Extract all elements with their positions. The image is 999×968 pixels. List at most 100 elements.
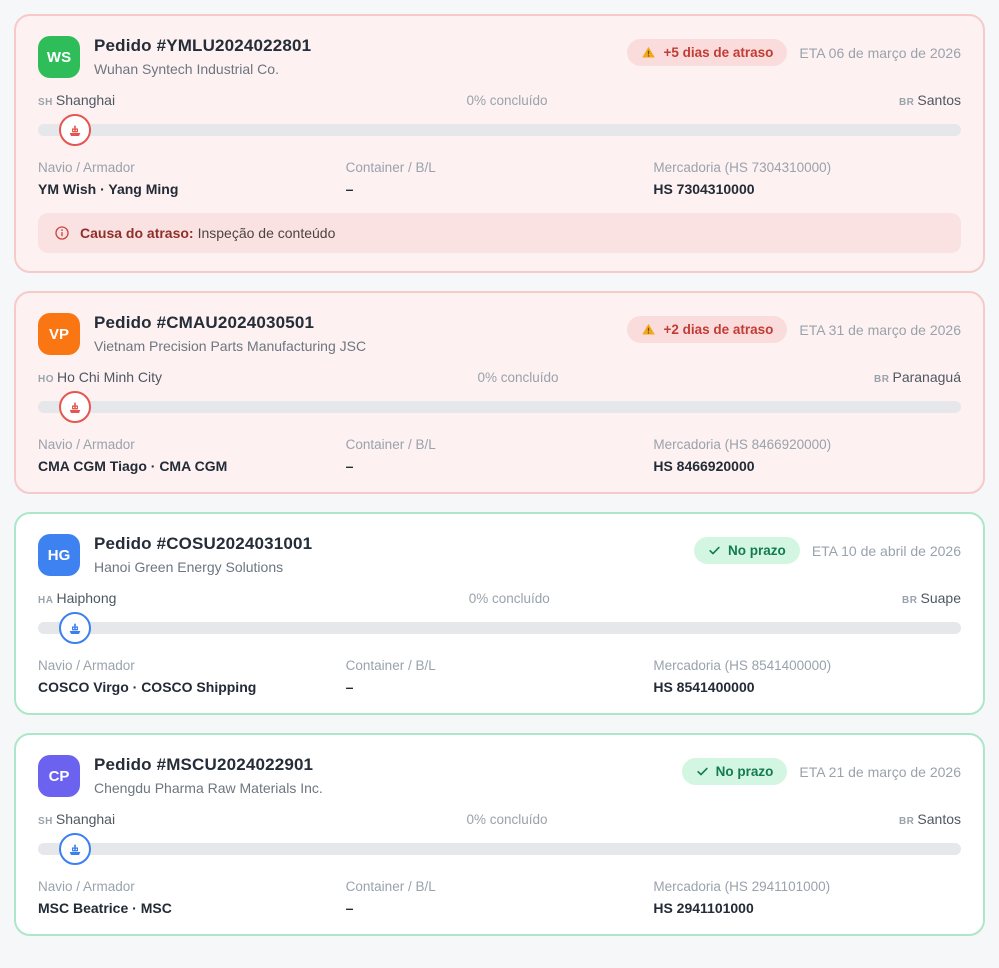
detail-cargo: Mercadoria (HS 8466920000) HS 8466920000 (653, 437, 961, 474)
detail-label: Container / B/L (346, 437, 654, 452)
info-icon (54, 225, 70, 241)
eta-text: ETA 31 de março de 2026 (799, 322, 961, 338)
progress-track (38, 401, 961, 413)
header-text: Pedido #COSU2024031001 Hanoi Green Energ… (94, 534, 694, 575)
ship-marker (59, 114, 91, 146)
destination-port: BR Suape (902, 590, 961, 606)
detail-label: Mercadoria (HS 7304310000) (653, 160, 961, 175)
destination-code: BR (874, 374, 889, 385)
status-badge-label: +5 dias de atraso (663, 45, 773, 60)
header-right: +5 dias de atraso ETA 06 de março de 202… (627, 36, 961, 66)
origin-code: HO (38, 374, 54, 385)
destination-code: BR (899, 816, 914, 827)
origin-name: Shanghai (56, 811, 115, 827)
header-right: +2 dias de atraso ETA 31 de março de 202… (627, 313, 961, 343)
card-header: CP Pedido #MSCU2024022901 Chengdu Pharma… (38, 755, 961, 797)
status-badge: No prazo (694, 537, 800, 564)
destination-name: Santos (917, 811, 961, 827)
details-row: Navio / Armador MSC Beatrice · MSC Conta… (38, 879, 961, 916)
detail-value: HS 2941101000 (653, 900, 961, 916)
card-header: WS Pedido #YMLU2024022801 Wuhan Syntech … (38, 36, 961, 78)
destination-code: BR (902, 595, 917, 606)
origin-port: HAHaiphong (38, 590, 116, 606)
route-row: SHShanghai 0% concluído BRSantos (38, 811, 961, 827)
shipment-card[interactable]: HG Pedido #COSU2024031001 Hanoi Green En… (14, 512, 985, 715)
detail-value: – (346, 458, 654, 474)
detail-value: – (346, 900, 654, 916)
status-badge: +5 dias de atraso (627, 39, 787, 66)
avatar: HG (38, 534, 80, 576)
route-row: HOHo Chi Minh City 0% concluído BRParana… (38, 369, 961, 385)
company-name: Vietnam Precision Parts Manufacturing JS… (94, 338, 627, 354)
ship-icon (67, 841, 83, 857)
detail-label: Navio / Armador (38, 160, 346, 175)
destination-name: Suape (921, 590, 961, 606)
progress-label: 0% concluído (469, 591, 550, 606)
detail-container: Container / B/L – (346, 879, 654, 916)
order-number: Pedido #MSCU2024022901 (94, 755, 682, 775)
progress-track (38, 124, 961, 136)
check-icon (696, 765, 709, 778)
eta-text: ETA 21 de março de 2026 (799, 764, 961, 780)
delay-cause-alert: Causa do atraso:Inspeção de conteúdo (38, 213, 961, 253)
status-badge-label: +2 dias de atraso (663, 322, 773, 337)
detail-ship: Navio / Armador MSC Beatrice · MSC (38, 879, 346, 916)
header-right: No prazo ETA 10 de abril de 2026 (694, 534, 961, 564)
avatar: WS (38, 36, 80, 78)
alert-text: Causa do atraso:Inspeção de conteúdo (80, 225, 335, 241)
alert-body: Inspeção de conteúdo (198, 225, 336, 241)
detail-label: Mercadoria (HS 8466920000) (653, 437, 961, 452)
ship-marker (59, 833, 91, 865)
ship-marker (59, 391, 91, 423)
detail-container: Container / B/L – (346, 160, 654, 197)
status-badge: No prazo (682, 758, 788, 785)
detail-label: Container / B/L (346, 658, 654, 673)
progress-label: 0% concluído (466, 812, 547, 827)
details-row: Navio / Armador CMA CGM Tiago · CMA CGM … (38, 437, 961, 474)
progress-track (38, 622, 961, 634)
details-row: Navio / Armador COSCO Virgo · COSCO Ship… (38, 658, 961, 695)
header-text: Pedido #MSCU2024022901 Chengdu Pharma Ra… (94, 755, 682, 796)
header-text: Pedido #YMLU2024022801 Wuhan Syntech Ind… (94, 36, 627, 77)
eta-text: ETA 06 de março de 2026 (799, 45, 961, 61)
status-badge: +2 dias de atraso (627, 316, 787, 343)
detail-value: HS 8466920000 (653, 458, 961, 474)
ship-marker (59, 612, 91, 644)
origin-name: Shanghai (56, 92, 115, 108)
origin-port: HOHo Chi Minh City (38, 369, 162, 385)
detail-value: COSCO Virgo · COSCO Shipping (38, 679, 346, 695)
check-icon (708, 544, 721, 557)
shipment-card[interactable]: WS Pedido #YMLU2024022801 Wuhan Syntech … (14, 14, 985, 273)
detail-value: HS 8541400000 (653, 679, 961, 695)
ship-icon (67, 122, 83, 138)
detail-ship: Navio / Armador YM Wish · Yang Ming (38, 160, 346, 197)
company-name: Wuhan Syntech Industrial Co. (94, 61, 627, 77)
detail-ship: Navio / Armador COSCO Virgo · COSCO Ship… (38, 658, 346, 695)
card-header: VP Pedido #CMAU2024030501 Vietnam Precis… (38, 313, 961, 355)
eta-text: ETA 10 de abril de 2026 (812, 543, 961, 559)
origin-port: SHShanghai (38, 811, 115, 827)
company-name: Chengdu Pharma Raw Materials Inc. (94, 780, 682, 796)
origin-code: SH (38, 816, 53, 827)
warning-icon (641, 322, 656, 337)
avatar: CP (38, 755, 80, 797)
status-badge-label: No prazo (716, 764, 774, 779)
route-row: HAHaiphong 0% concluído BR Suape (38, 590, 961, 606)
progress-label: 0% concluído (478, 370, 559, 385)
shipment-card[interactable]: CP Pedido #MSCU2024022901 Chengdu Pharma… (14, 733, 985, 936)
destination-code: BR (899, 97, 914, 108)
avatar: VP (38, 313, 80, 355)
header-right: No prazo ETA 21 de março de 2026 (682, 755, 961, 785)
shipment-card[interactable]: VP Pedido #CMAU2024030501 Vietnam Precis… (14, 291, 985, 494)
destination-port: BRParanaguá (874, 369, 961, 385)
origin-port: SHShanghai (38, 92, 115, 108)
detail-ship: Navio / Armador CMA CGM Tiago · CMA CGM (38, 437, 346, 474)
detail-value: CMA CGM Tiago · CMA CGM (38, 458, 346, 474)
detail-label: Mercadoria (HS 8541400000) (653, 658, 961, 673)
ship-icon (67, 399, 83, 415)
header-text: Pedido #CMAU2024030501 Vietnam Precision… (94, 313, 627, 354)
progress-bar (38, 114, 961, 146)
detail-label: Navio / Armador (38, 658, 346, 673)
origin-name: Haiphong (56, 590, 116, 606)
detail-value: MSC Beatrice · MSC (38, 900, 346, 916)
